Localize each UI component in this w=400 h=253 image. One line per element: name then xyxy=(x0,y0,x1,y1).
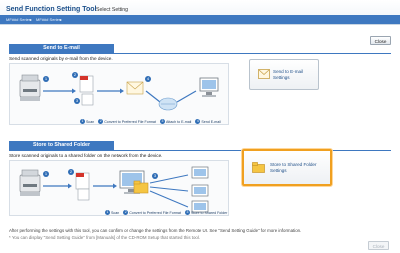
footer-hint: * You can display "Send Setting Guide" f… xyxy=(9,235,201,240)
breadcrumb-separator: ▸ xyxy=(60,16,63,22)
store-to-shared-folder-settings-button[interactable]: Store to Shared Folder Settings xyxy=(242,149,332,186)
step-number: 3 xyxy=(159,119,165,124)
breadcrumb-separator: ▸ xyxy=(30,16,33,22)
step-label: Attach to E-mail xyxy=(165,119,192,124)
step-badge: 3 xyxy=(74,98,80,104)
button-label: Send to E-mail xyxy=(273,69,304,74)
button-label: Settings xyxy=(273,75,290,80)
section-divider xyxy=(9,150,391,151)
close-button[interactable]: Close xyxy=(370,36,391,45)
app-title: Send Function Setting Tool xyxy=(6,6,97,13)
step-label: Store to Shared Folder xyxy=(190,210,228,215)
pdf-document-icon xyxy=(79,75,94,106)
printer-icon xyxy=(19,74,41,101)
computer-icon xyxy=(199,77,219,97)
step-badge: 4 xyxy=(145,76,151,82)
step-badge: 1 xyxy=(43,76,49,82)
folder-steps-legend: 1 Scan 2 Convert to Preferred File Format … xyxy=(105,210,230,215)
folder-flow-graphic xyxy=(19,166,209,213)
step-label: Send E-mail xyxy=(201,119,221,124)
email-section-title: Send to E-mail xyxy=(9,44,114,53)
step-label: Scan xyxy=(86,119,95,124)
breadcrumb-item[interactable]: MF### Series xyxy=(6,17,31,22)
send-to-email-settings-button[interactable]: Send to E-mail Settings xyxy=(249,59,319,90)
mode-label: Select Setting xyxy=(96,7,129,13)
button-label: Store to Shared Folder xyxy=(270,162,317,167)
network-icon xyxy=(158,97,178,111)
step-number: 2 xyxy=(98,119,104,124)
step-badge: 2 xyxy=(72,72,78,78)
step-number: 1 xyxy=(80,119,85,124)
folder-icon xyxy=(133,180,149,194)
step-number: 1 xyxy=(105,210,110,215)
email-steps-legend: 1 Scan 2 Convert to Preferred File Format … xyxy=(80,119,224,124)
button-label: Settings xyxy=(270,168,287,173)
email-flow-graphic xyxy=(19,74,219,111)
close-button-bottom[interactable]: Close xyxy=(368,241,389,250)
step-number: 4 xyxy=(195,119,201,124)
folder-flow-diagram: 1 2 3 xyxy=(9,160,229,216)
computer-icon xyxy=(191,166,209,179)
step-label: Scan xyxy=(111,210,120,215)
email-envelope-icon xyxy=(126,81,144,95)
step-badge: 2 xyxy=(68,169,74,175)
step-badge: 1 xyxy=(43,171,49,177)
step-badge: 3 xyxy=(152,173,158,179)
breadcrumb: MF### Series ▸ MF### Series ▸ xyxy=(0,15,400,24)
email-flow-diagram: 1 2 3 4 xyxy=(9,63,229,125)
computer-icon xyxy=(191,184,209,197)
step-number: 3 xyxy=(184,210,190,215)
breadcrumb-item[interactable]: MF### Series xyxy=(36,17,61,22)
step-label: Convert to Preferred File Format xyxy=(104,119,156,124)
email-icon xyxy=(258,69,270,79)
folder-section-description: Store scanned originals to a shared fold… xyxy=(9,153,163,158)
section-divider xyxy=(9,53,391,54)
email-section-description: Send scanned originals by e-mail from th… xyxy=(9,56,113,61)
pdf-document-icon xyxy=(75,172,90,201)
folder-section-title: Store to Shared Folder xyxy=(9,141,114,150)
footer-note: After performing the settings with this … xyxy=(9,228,302,233)
step-label: Convert to Preferred File Format xyxy=(129,210,181,215)
step-number: 2 xyxy=(123,210,129,215)
folder-icon xyxy=(252,162,265,173)
printer-icon xyxy=(19,169,41,196)
